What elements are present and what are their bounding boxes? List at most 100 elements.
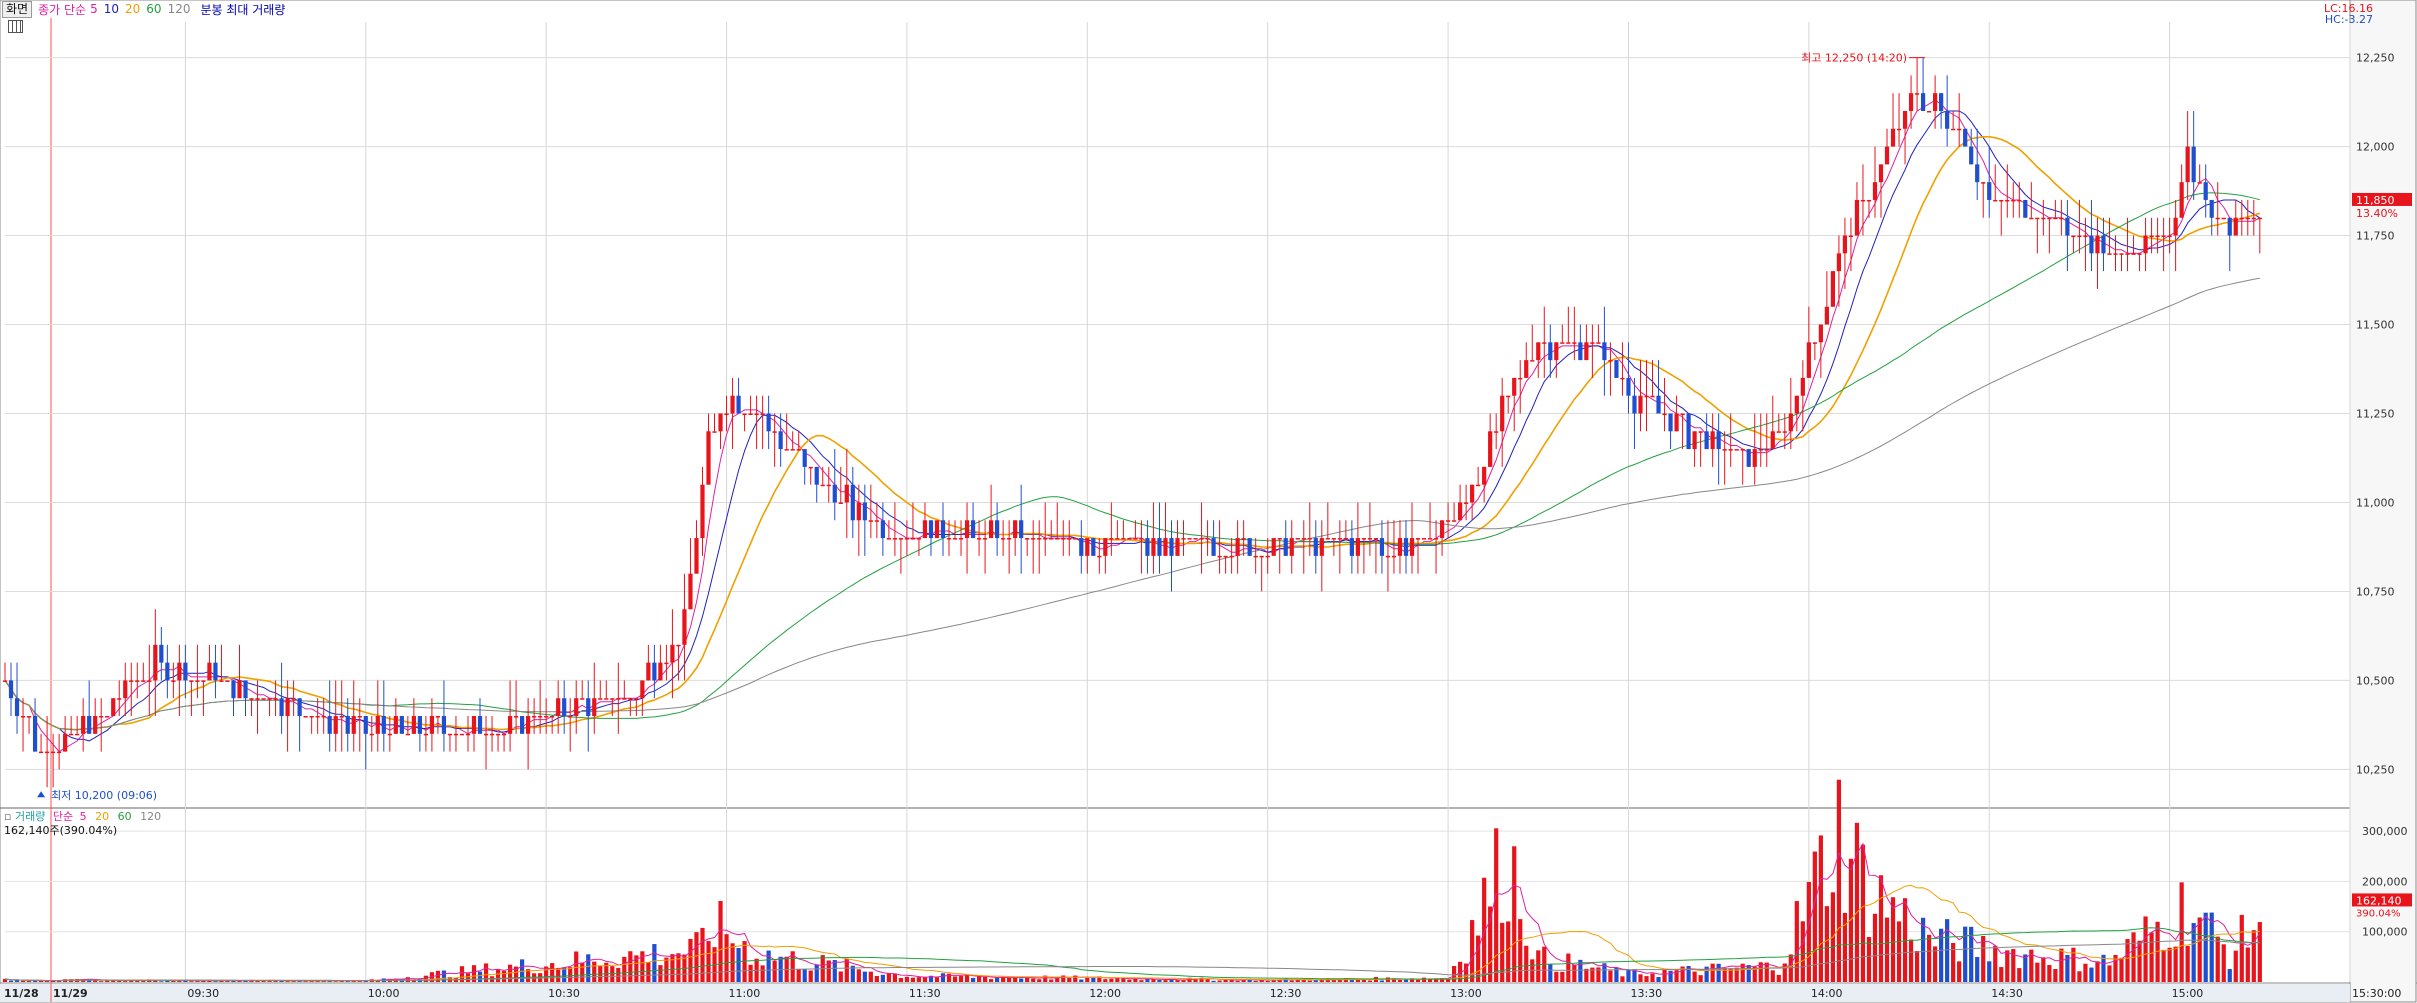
volume-bar: [550, 963, 555, 982]
candle-body: [1013, 520, 1018, 539]
candle-body: [634, 698, 639, 700]
vlegend-60[interactable]: 60: [118, 810, 132, 823]
volume-bar: [568, 967, 573, 982]
candle-body: [1632, 395, 1637, 414]
volume-bar: [1494, 828, 1499, 982]
volume-bar: [1512, 846, 1517, 982]
volume-bar: [20, 980, 26, 982]
volume-bar: [622, 956, 627, 982]
candle-body: [237, 680, 242, 699]
volume-bar: [772, 960, 777, 982]
candle-body: [141, 680, 146, 682]
candle-body: [2239, 217, 2244, 220]
candle-body: [2113, 253, 2118, 255]
volume-bar: [1265, 980, 1270, 982]
candle-body: [1758, 449, 1763, 451]
volume-bar: [995, 977, 1000, 982]
volume-bar: [477, 971, 483, 982]
candle-body: [1716, 431, 1721, 450]
candle-body: [375, 716, 380, 734]
candle-body: [2041, 217, 2046, 220]
volume-bar: [658, 965, 663, 982]
candle-body: [489, 733, 495, 736]
candle-body: [243, 680, 248, 699]
legend-ma20[interactable]: 20: [125, 2, 140, 16]
time-tick-label: 15:00: [2172, 987, 2204, 1000]
volume-bar: [586, 954, 591, 982]
candle-body: [976, 538, 982, 540]
candle-body: [75, 733, 80, 736]
volume-bar: [1656, 977, 1661, 982]
candle-body: [1584, 342, 1589, 361]
volume-bar: [556, 967, 561, 982]
volume-bar: [1181, 980, 1186, 982]
candle-body: [1644, 395, 1649, 398]
candle-body: [1031, 538, 1036, 540]
volume-bar: [225, 981, 230, 982]
legend-ma10[interactable]: 10: [104, 2, 119, 16]
settings-grid-icon[interactable]: [8, 20, 23, 33]
ma20-line: [4, 136, 2261, 731]
candle-body: [790, 449, 795, 451]
candle-body: [147, 680, 152, 682]
volume-bar: [465, 973, 471, 982]
volume-bar: [2221, 944, 2226, 982]
legend-ma5[interactable]: 5: [90, 2, 98, 16]
volume-bar: [1157, 980, 1162, 982]
vlegend-120[interactable]: 120: [140, 810, 161, 823]
volume-bar: [832, 960, 837, 982]
candle-body: [411, 716, 416, 734]
screen-button[interactable]: 화면: [2, 0, 33, 18]
candle-body: [231, 680, 236, 699]
volume-bar: [904, 976, 910, 982]
candle-body: [1824, 306, 1829, 325]
volume-bar: [676, 953, 681, 982]
legend-ma60[interactable]: 60: [146, 2, 161, 16]
candle-body: [1770, 431, 1775, 450]
candle-body: [694, 538, 699, 574]
volume-bar: [610, 966, 615, 982]
volume-bar: [1554, 971, 1559, 982]
candle-body: [904, 538, 910, 540]
volume-bar: [1421, 977, 1427, 982]
candle-body: [333, 716, 338, 734]
volume-bar: [748, 964, 753, 982]
candle-body: [2071, 235, 2076, 238]
candle-body: [1668, 413, 1673, 432]
candle-body: [592, 698, 597, 717]
price-legend-label[interactable]: 종가 단순: [38, 1, 86, 18]
volume-bar: [886, 973, 891, 982]
candle-body: [1289, 538, 1294, 556]
volume-bar: [141, 981, 146, 982]
volume-bar: [1764, 962, 1769, 982]
candle-body: [87, 716, 92, 734]
volume-bar: [2083, 963, 2088, 982]
candle-body: [8, 680, 14, 699]
candle-body: [2203, 182, 2208, 200]
candle-body: [2143, 235, 2148, 254]
low-arrow: [37, 791, 46, 798]
volume-bar: [1211, 980, 1216, 982]
time-tick-label: 10:30: [548, 987, 580, 1000]
candle-body: [1782, 431, 1787, 433]
volume-bar: [1019, 978, 1024, 982]
candle-body: [327, 716, 332, 734]
candle-body: [1397, 538, 1403, 556]
candle-body: [2185, 146, 2190, 183]
candle-body: [1746, 449, 1751, 467]
volume-bar: [26, 981, 32, 982]
volume-bar: [2137, 940, 2142, 982]
candle-body: [1091, 538, 1096, 556]
volume-bar: [2041, 957, 2046, 982]
legend-ma120[interactable]: 120: [168, 2, 191, 16]
candle-body: [309, 716, 314, 718]
volume-bar: [1620, 976, 1625, 982]
max-volume-legend[interactable]: 분봉 최대 거래량: [200, 1, 285, 18]
candle-body: [538, 716, 543, 718]
candle-body: [1686, 413, 1691, 450]
candle-body: [153, 644, 158, 681]
candle-body: [1127, 538, 1132, 540]
volume-bar: [1638, 974, 1643, 982]
volume-bar: [916, 977, 922, 982]
chart-border: [0, 0, 2417, 1003]
